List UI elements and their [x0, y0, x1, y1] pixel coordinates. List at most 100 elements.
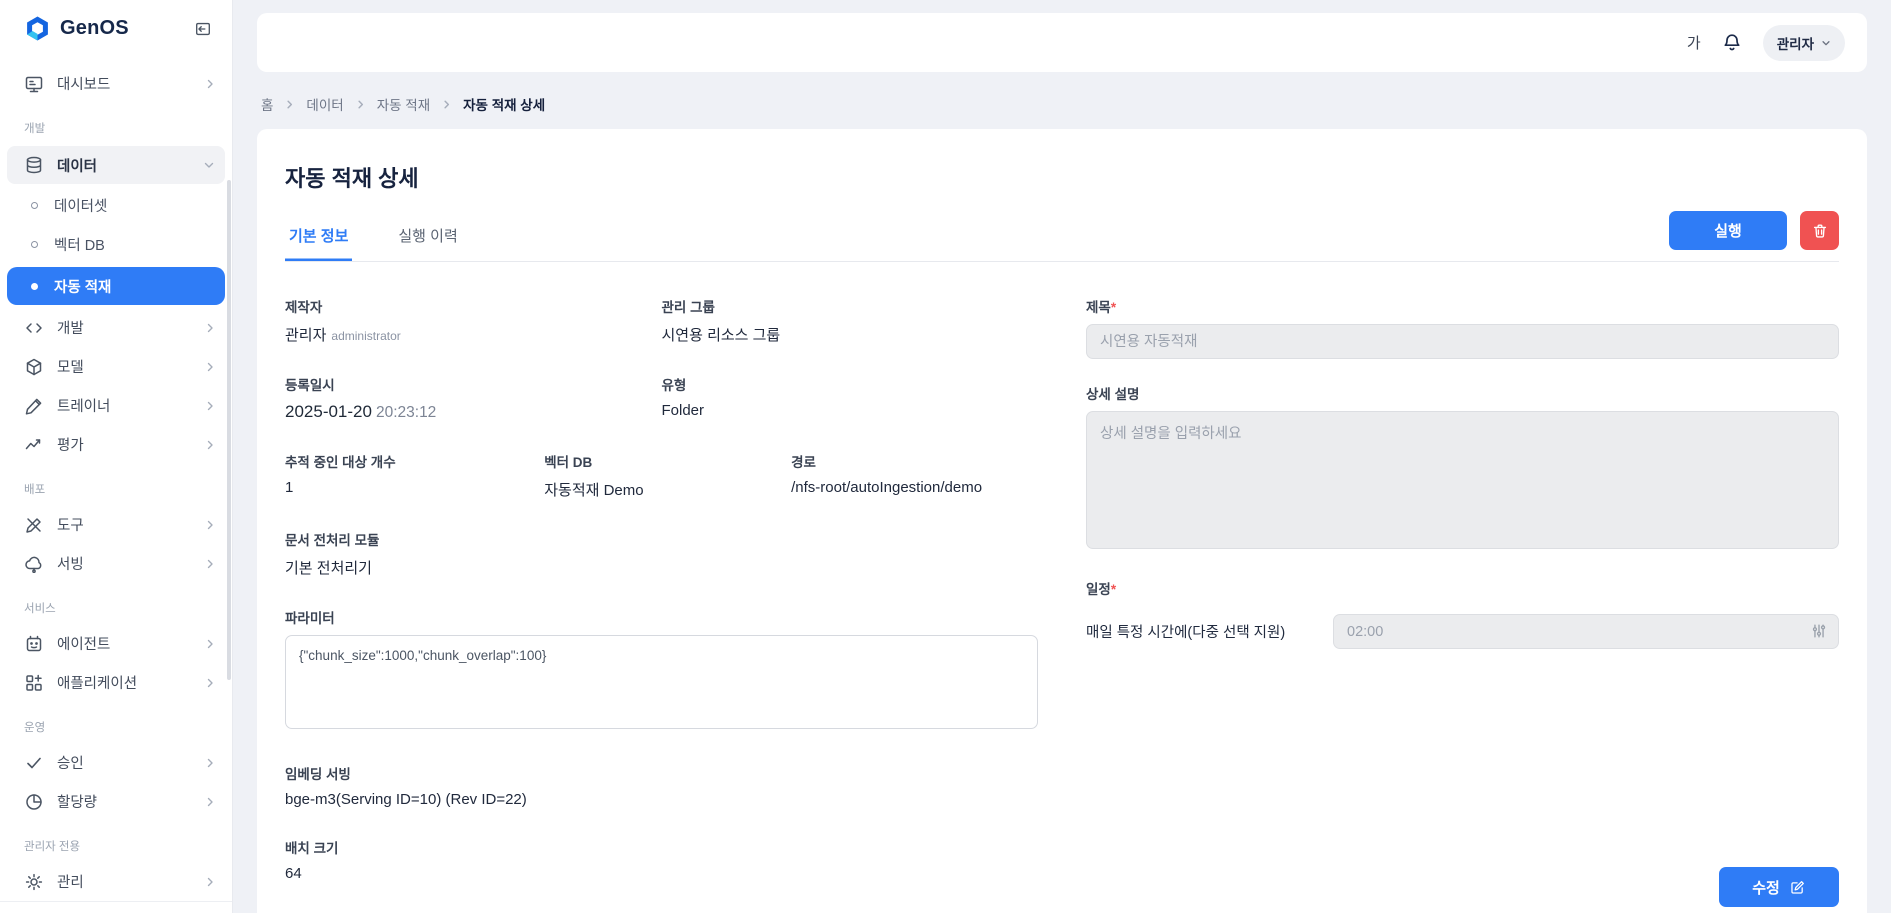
font-size-button[interactable]: 가 [1687, 32, 1701, 53]
chevron-down-icon [203, 159, 215, 171]
sidebar-item-trainer[interactable]: 트레이너 [0, 386, 232, 425]
embedding-label: 임베딩 서빙 [285, 763, 1038, 783]
sidebar-scrollbar[interactable] [227, 180, 231, 680]
sidebar-item-data[interactable]: 데이터 [7, 146, 225, 184]
breadcrumb-data[interactable]: 데이터 [306, 94, 343, 114]
required-asterisk: * [1111, 582, 1116, 597]
parameters-label: 파라미터 [285, 607, 1038, 627]
sidebar-item-serving[interactable]: 서빙 [0, 544, 232, 583]
run-button[interactable]: 실행 [1669, 211, 1787, 250]
sidebar-item-auto-ingest[interactable]: 자동 적재 [7, 267, 225, 305]
title-input[interactable] [1086, 324, 1839, 359]
detail-left-column: 제작자 관리자administrator 관리 그룹 시연용 리소스 그룹 등록… [285, 296, 1038, 911]
chevron-right-icon [204, 78, 216, 90]
sidebar: GenOS 대시보드 개발 데이터 [0, 0, 233, 913]
sidebar-item-label: 자동 적재 [54, 276, 111, 297]
brand-name: GenOS [60, 17, 129, 40]
bell-icon[interactable] [1721, 32, 1743, 54]
gear-icon [24, 872, 44, 892]
edit-icon [1789, 879, 1806, 896]
sidebar-item-label: 도구 [57, 514, 84, 535]
cube-icon [24, 357, 44, 377]
tab-run-history[interactable]: 실행 이력 [394, 225, 461, 261]
sidebar-item-quota[interactable]: 할당량 [0, 782, 232, 821]
sidebar-section-ops: 운영 [0, 702, 232, 743]
chevron-right-icon [204, 439, 216, 451]
type-value: Folder [662, 402, 1039, 419]
registered-label: 등록일시 [285, 374, 662, 394]
sidebar-item-tools[interactable]: 도구 [0, 505, 232, 544]
sidebar-item-develop[interactable]: 개발 [0, 308, 232, 347]
database-icon [24, 155, 44, 175]
profile-label: 관리자 [1777, 33, 1814, 53]
parameters-textarea[interactable]: {"chunk_size":1000,"chunk_overlap":100} [285, 635, 1038, 729]
sliders-icon[interactable] [1810, 622, 1828, 640]
chevron-right-icon [355, 99, 366, 110]
sidebar-item-label: 할당량 [57, 791, 97, 812]
tab-basic-info[interactable]: 기본 정보 [285, 225, 352, 261]
main-area: 가 관리자 홈 데이터 자동 적재 자동 적재 상세 자동 적재 상세 기본 정… [233, 0, 1891, 913]
profile-menu[interactable]: 관리자 [1763, 25, 1845, 61]
sidebar-item-label: 데이터셋 [54, 195, 107, 216]
sidebar-item-label: 데이터 [57, 155, 97, 176]
sidebar-item-application[interactable]: 애플리케이션 [0, 663, 232, 702]
chevron-down-icon [1821, 38, 1831, 48]
required-asterisk: * [1111, 300, 1116, 315]
description-textarea[interactable] [1086, 411, 1839, 549]
sidebar-item-evaluation[interactable]: 평가 [0, 425, 232, 464]
breadcrumb-home[interactable]: 홈 [261, 94, 273, 114]
genos-logo-icon [24, 15, 51, 42]
title-field-label: 제목* [1086, 296, 1839, 316]
tracked-count-value: 1 [285, 479, 544, 496]
trend-chart-icon [24, 435, 44, 455]
registered-time: 20:23:12 [376, 404, 436, 421]
robot-icon [24, 634, 44, 654]
schedule-section: 일정* 매일 특정 시간에(다중 선택 지원) [1086, 578, 1839, 649]
genos-logo[interactable]: GenOS [24, 15, 129, 42]
chevron-right-icon [204, 519, 216, 531]
time-input-wrap [1333, 614, 1839, 649]
tools-icon [24, 515, 44, 535]
chevron-right-icon [204, 757, 216, 769]
sidebar-item-label: 대시보드 [57, 73, 110, 94]
chevron-right-icon [204, 558, 216, 570]
sidebar-section-deploy: 배포 [0, 464, 232, 505]
sidebar-item-user-page[interactable]: 사용자 페이지 [0, 901, 232, 913]
sidebar-item-vector-db[interactable]: 벡터 DB [0, 225, 232, 264]
sidebar-item-label: 평가 [57, 434, 84, 455]
group-label: 관리 그룹 [662, 296, 1039, 316]
sidebar-item-label: 트레이너 [57, 395, 110, 416]
sidebar-item-label: 애플리케이션 [57, 672, 137, 693]
schedule-field-label: 일정* [1086, 578, 1839, 598]
sidebar-item-label: 서빙 [57, 553, 84, 574]
delete-button[interactable] [1800, 211, 1839, 250]
sidebar-item-label: 관리 [57, 871, 84, 892]
breadcrumb-current: 자동 적재 상세 [463, 94, 545, 114]
sidebar-item-dashboard[interactable]: 대시보드 [0, 64, 232, 103]
path-label: 경로 [791, 451, 1038, 471]
collapse-sidebar-icon[interactable] [194, 20, 212, 38]
sidebar-item-dataset[interactable]: 데이터셋 [0, 186, 232, 225]
chevron-right-icon [204, 796, 216, 808]
tracked-count-label: 추적 중인 대상 개수 [285, 451, 544, 471]
sidebar-item-label: 승인 [57, 752, 84, 773]
chevron-right-icon [204, 322, 216, 334]
registered-value: 2025-01-2020:23:12 [285, 402, 662, 422]
sidebar-item-approval[interactable]: 승인 [0, 743, 232, 782]
grid-plus-icon [24, 673, 44, 693]
chevron-right-icon [204, 400, 216, 412]
bullet-icon [31, 283, 38, 290]
sidebar-item-label: 벡터 DB [54, 234, 105, 255]
chevron-right-icon [441, 99, 452, 110]
creator-value: 관리자administrator [285, 324, 662, 345]
edit-button[interactable]: 수정 [1719, 867, 1839, 907]
breadcrumb-auto-ingest[interactable]: 자동 적재 [377, 94, 430, 114]
sidebar-nav: 대시보드 개발 데이터 데이터셋 벡터 DB 자동 적재 [0, 54, 232, 901]
sidebar-item-model[interactable]: 모델 [0, 347, 232, 386]
schedule-time-input[interactable] [1333, 614, 1839, 649]
top-header: 가 관리자 [257, 13, 1867, 72]
sidebar-item-admin[interactable]: 관리 [0, 862, 232, 901]
sidebar-section-admin: 관리자 전용 [0, 821, 232, 862]
sidebar-item-agent[interactable]: 에이전트 [0, 624, 232, 663]
creator-label: 제작자 [285, 296, 662, 316]
